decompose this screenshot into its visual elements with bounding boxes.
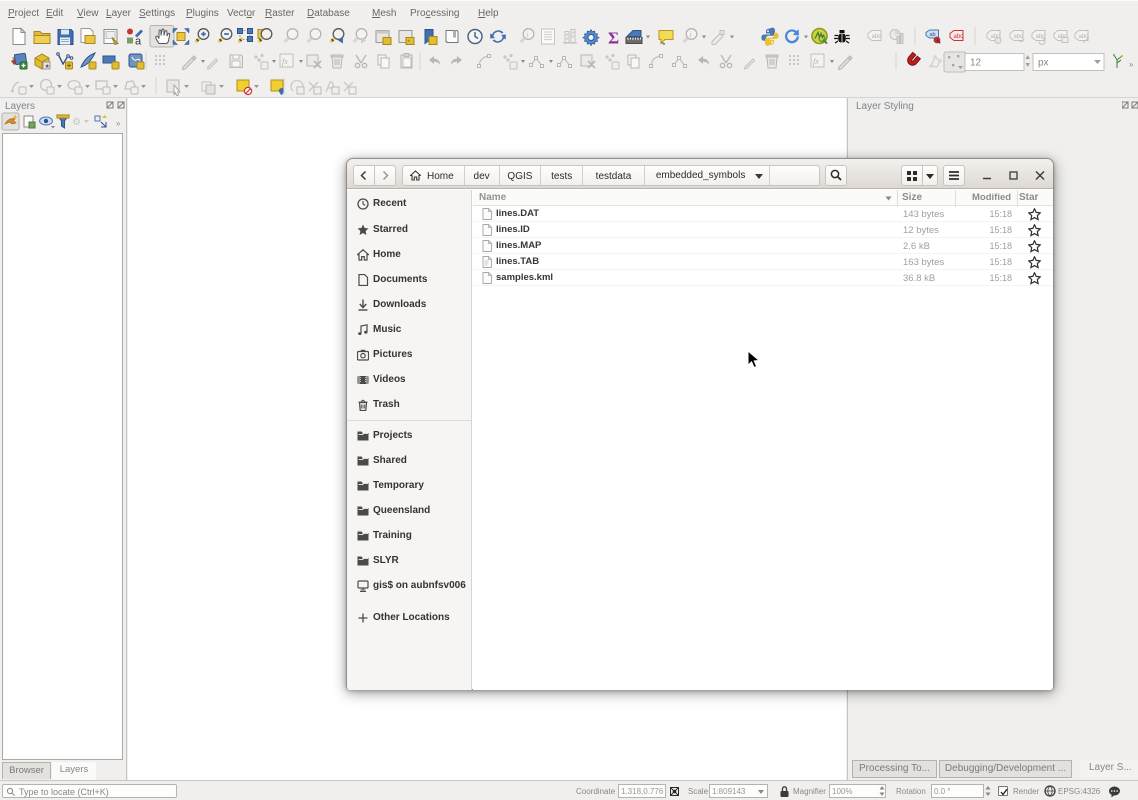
svg-text:»: »	[116, 119, 121, 128]
svg-text:12: 12	[970, 58, 982, 69]
svg-text:fx: fx	[813, 57, 819, 66]
svg-text:»: »	[1129, 60, 1134, 69]
svg-text:abc: abc	[954, 34, 964, 40]
svg-text:★: ★	[45, 63, 50, 70]
svg-text:⚙: ⚙	[72, 117, 81, 128]
svg-text:a: a	[135, 36, 142, 48]
svg-text:abc: abc	[872, 34, 882, 40]
svg-text:fx: fx	[282, 57, 288, 66]
svg-text:abc: abc	[1014, 34, 1024, 40]
svg-text:ab: ab	[930, 32, 936, 38]
svg-text:px: px	[1038, 58, 1049, 69]
svg-text:Σ: Σ	[608, 29, 619, 48]
